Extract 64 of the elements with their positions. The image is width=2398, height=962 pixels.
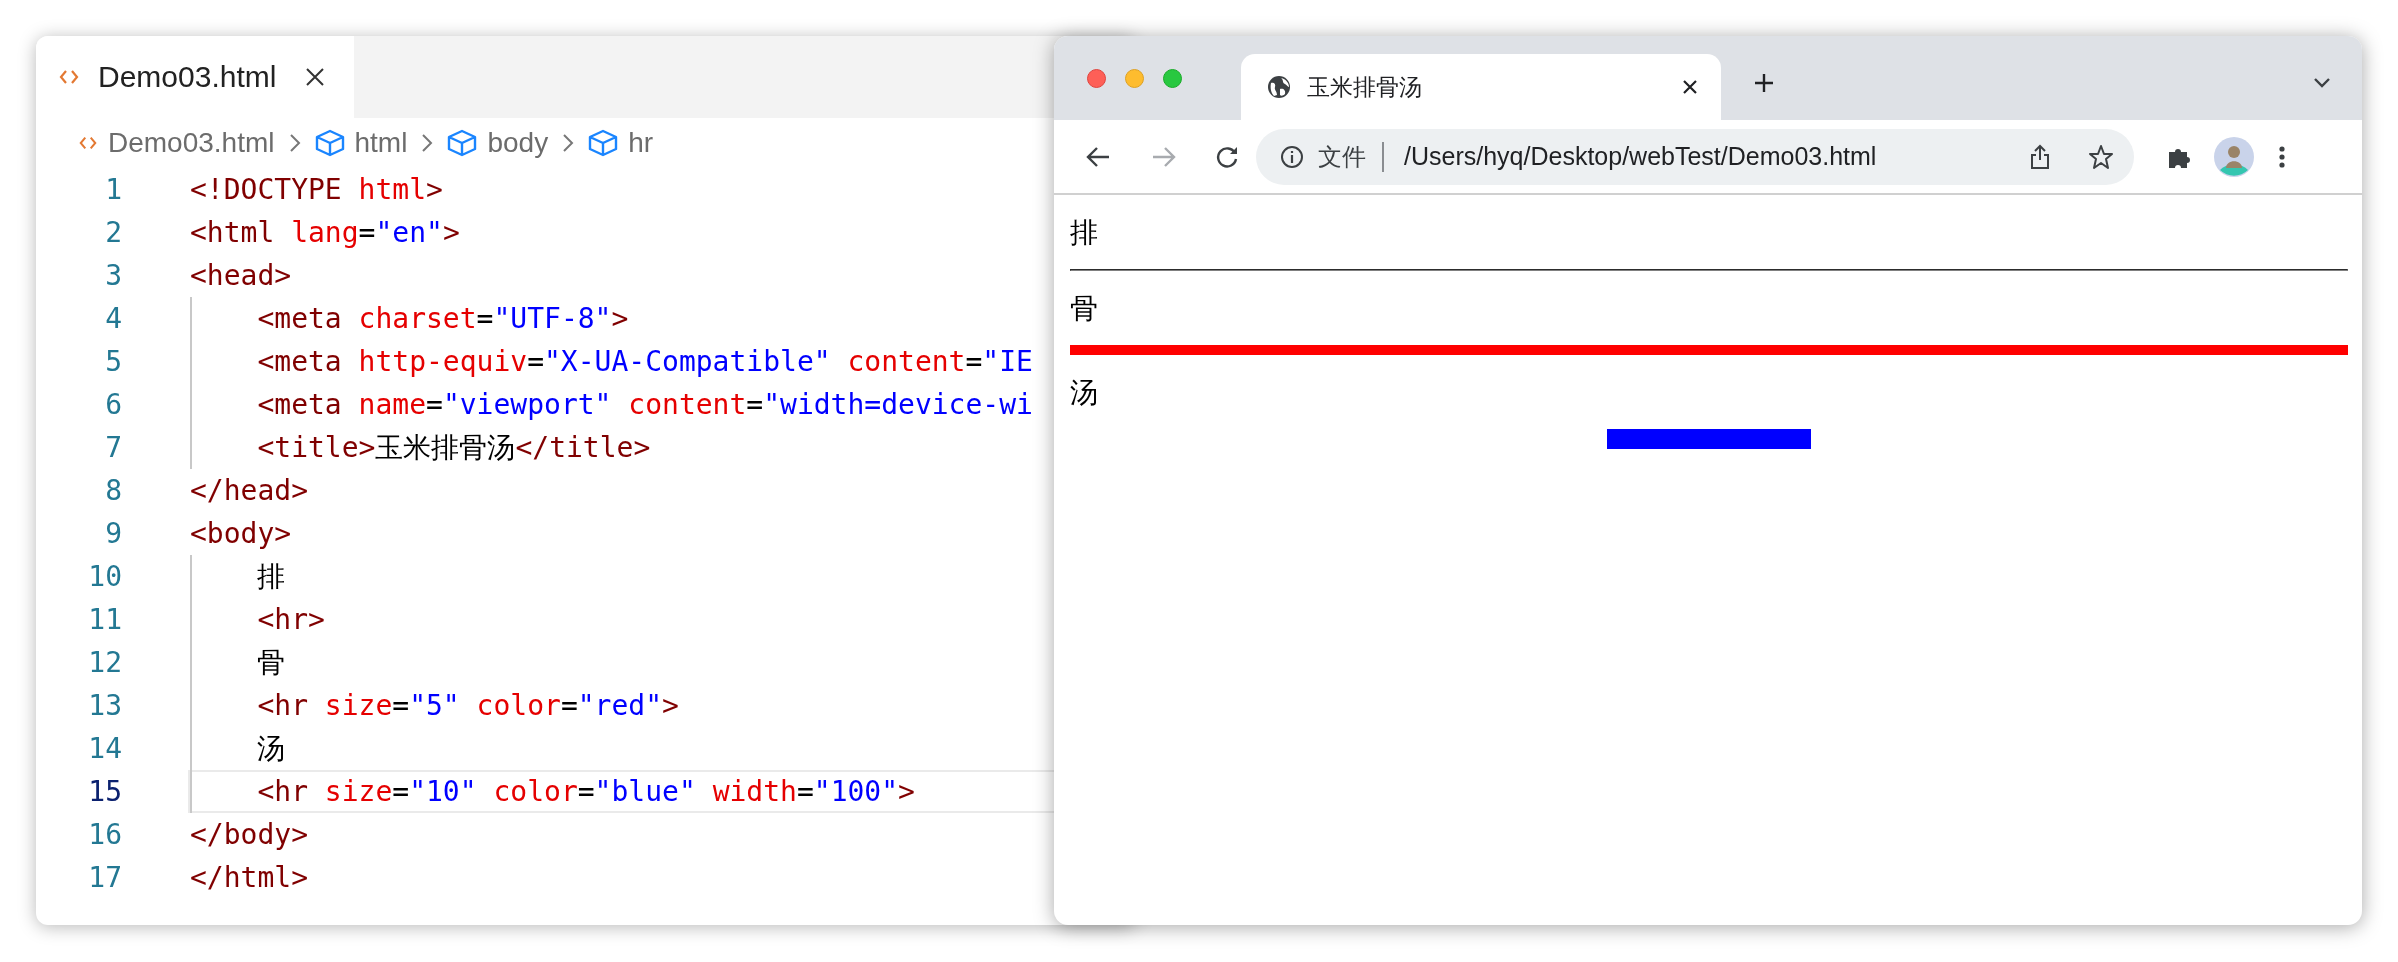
line-number: 15 [87, 775, 122, 808]
url-text: /Users/hyq/Desktop/webTest/Demo03.html [1404, 142, 1878, 171]
page-text: 汤 [1070, 375, 1099, 411]
code-line: <hr size="5" color="red"> [257, 689, 679, 722]
plus-icon[interactable] [1753, 72, 1775, 94]
cube-icon [314, 129, 345, 157]
code-line: <head> [190, 259, 292, 292]
line-number: 2 [104, 216, 122, 249]
code-line: </html> [190, 861, 308, 894]
browser-tab[interactable]: 玉米排骨汤 [1241, 54, 1721, 120]
security-label[interactable]: 文件 [1318, 140, 1366, 173]
globe-icon [1267, 75, 1291, 99]
line-number: 12 [87, 646, 122, 679]
code-line: 汤 [257, 730, 286, 767]
line-number: 9 [104, 517, 122, 550]
page-text: 排 [1070, 215, 1099, 251]
breadcrumb-item[interactable]: Demo03.html [108, 127, 275, 159]
code-line: <body> [190, 517, 292, 550]
editor-tab[interactable]: Demo03.html [36, 36, 355, 118]
chevron-right-icon [421, 133, 434, 153]
address-bar[interactable]: 文件 /Users/hyq/Desktop/webTest/Demo03.html [1256, 128, 2134, 185]
cube-icon [447, 129, 478, 157]
menu-icon[interactable] [2278, 144, 2286, 169]
chevron-right-icon [562, 133, 575, 153]
back-icon[interactable] [1086, 144, 1112, 169]
info-icon [1280, 144, 1304, 169]
code-line: <meta name="viewport" content="width=device-wi [257, 388, 1033, 421]
cube-icon [588, 129, 619, 157]
avatar-icon[interactable] [2214, 136, 2254, 177]
line-number: 4 [104, 302, 122, 335]
code-line: <meta charset="UTF-8"> [257, 302, 629, 335]
close-icon[interactable] [304, 66, 327, 88]
code-line: <meta http-equiv="X-UA-Compatible" content="IE [257, 345, 1033, 378]
line-number: 7 [104, 431, 122, 464]
line-number: 6 [104, 388, 122, 421]
line-number: 11 [87, 603, 122, 636]
star-icon[interactable] [2088, 143, 2114, 170]
close-icon[interactable] [1681, 78, 1699, 96]
code-line: <html lang="en"> [190, 216, 460, 249]
breadcrumb-item[interactable]: body [487, 127, 549, 159]
breadcrumb-item[interactable]: html [354, 127, 408, 159]
code-line: <title>玉米排骨汤</title> [257, 429, 651, 466]
code-line: 排 [257, 558, 286, 595]
code-line: <!DOCTYPE html> [190, 173, 443, 206]
share-icon[interactable] [2028, 143, 2052, 170]
code-line: 骨 [257, 644, 286, 681]
line-number: 1 [104, 173, 122, 206]
line-number: 10 [87, 560, 122, 593]
chevron-right-icon [288, 133, 301, 153]
line-number: 3 [104, 259, 122, 292]
line-number: 16 [87, 818, 122, 851]
code-line: <hr> [257, 603, 325, 636]
breadcrumb-item[interactable]: hr [628, 127, 654, 159]
line-number: 14 [87, 732, 122, 765]
chevron-down-icon[interactable] [2312, 76, 2332, 90]
line-number: 13 [87, 689, 122, 722]
line-number: 5 [104, 345, 122, 378]
window-control[interactable] [1087, 68, 1106, 88]
page-text: 骨 [1070, 291, 1099, 327]
code-line: <hr size="10" color="blue" width="100"> [257, 775, 915, 808]
line-number: 17 [87, 861, 122, 894]
code-line: </head> [190, 474, 308, 507]
code-line: </body> [190, 818, 308, 851]
line-number: 8 [104, 474, 122, 507]
